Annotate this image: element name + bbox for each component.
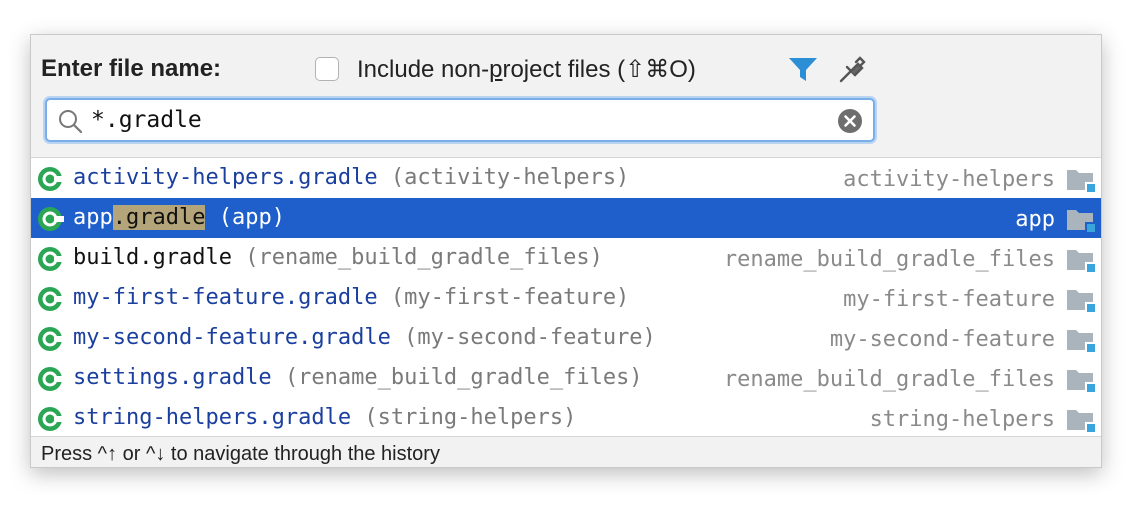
clear-icon[interactable] <box>837 108 863 134</box>
module-folder-icon <box>1067 330 1096 353</box>
result-filename: my-first-feature.gradle <box>73 285 378 310</box>
result-location: string-helpers <box>869 407 1055 432</box>
gradle-file-icon <box>38 327 64 351</box>
result-row-app[interactable]: app.gradle (app) app <box>31 198 1101 238</box>
result-filename: string-helpers.gradle <box>73 405 352 430</box>
result-file-text: settings.gradle (rename_build_gradle_fil… <box>73 365 643 390</box>
result-filename: build.gradle <box>73 245 232 270</box>
gradle-file-icon <box>38 247 64 271</box>
result-location: activity-helpers <box>843 167 1055 192</box>
result-module: (my-second-feature) <box>404 325 656 350</box>
module-folder-icon <box>1067 370 1096 393</box>
result-filename: my-second-feature.gradle <box>73 325 391 350</box>
result-file-text: build.gradle (rename_build_gradle_files) <box>73 245 603 270</box>
result-module: (rename_build_gradle_files) <box>245 245 603 270</box>
result-row-my-first-feature[interactable]: my-first-feature.gradle (my-first-featur… <box>31 278 1101 318</box>
gradle-file-icon <box>38 407 64 431</box>
pin-icon[interactable] <box>837 53 869 85</box>
result-location: app <box>1015 207 1055 232</box>
result-file-text: my-second-feature.gradle (my-second-feat… <box>73 325 656 350</box>
module-folder-icon <box>1067 250 1096 273</box>
result-row-string-helpers[interactable]: string-helpers.gradle (string-helpers) s… <box>31 398 1101 438</box>
result-module: (app) <box>218 205 285 230</box>
include-non-project-label[interactable]: Include non-project files (⇧⌘O) <box>357 55 696 84</box>
result-location: rename_build_gradle_files <box>723 247 1055 272</box>
file-search-field[interactable]: *.gradle <box>45 98 875 142</box>
goto-file-popup: Enter file name: Include non-project fil… <box>30 34 1102 468</box>
module-folder-icon <box>1067 170 1096 193</box>
history-hint: Press ^↑ or ^↓ to navigate through the h… <box>41 443 440 465</box>
result-module: (string-helpers) <box>364 405 577 430</box>
gradle-file-icon <box>38 167 64 191</box>
result-row-build[interactable]: build.gradle (rename_build_gradle_files)… <box>31 238 1101 278</box>
result-filename: settings.gradle <box>73 365 272 390</box>
result-file-text: activity-helpers.gradle (activity-helper… <box>73 165 629 190</box>
gradle-file-icon <box>38 287 64 311</box>
result-file-text: my-first-feature.gradle (my-first-featur… <box>73 285 629 310</box>
module-folder-icon <box>1067 210 1096 233</box>
result-location: my-first-feature <box>843 287 1055 312</box>
result-row-activity-helpers[interactable]: activity-helpers.gradle (activity-helper… <box>31 158 1101 198</box>
include-non-project-checkbox[interactable] <box>315 57 339 81</box>
result-module: (rename_build_gradle_files) <box>284 365 643 390</box>
gradle-file-icon <box>38 207 64 231</box>
gradle-file-icon <box>38 367 64 391</box>
popup-title: Enter file name: <box>41 55 222 82</box>
result-module: (my-first-feature) <box>390 285 630 310</box>
results-list: activity-helpers.gradle (activity-helper… <box>31 157 1101 437</box>
result-location: my-second-feature <box>829 327 1055 352</box>
result-file-text: string-helpers.gradle (string-helpers) <box>73 405 576 430</box>
result-row-my-second-feature[interactable]: my-second-feature.gradle (my-second-feat… <box>31 318 1101 358</box>
module-folder-icon <box>1067 290 1096 313</box>
module-folder-icon <box>1067 410 1096 433</box>
result-module: (activity-helpers) <box>390 165 630 190</box>
popup-header: Enter file name: Include non-project fil… <box>31 35 1101 157</box>
result-file-text: app.gradle (app) <box>73 205 285 230</box>
result-filename: app.gradle <box>73 205 206 230</box>
result-filename: activity-helpers.gradle <box>73 165 378 190</box>
match-highlight: .gradle <box>112 205 206 230</box>
search-input[interactable]: *.gradle <box>91 107 202 133</box>
result-row-settings[interactable]: settings.gradle (rename_build_gradle_fil… <box>31 358 1101 398</box>
filter-icon[interactable] <box>787 55 819 85</box>
result-location: rename_build_gradle_files <box>723 367 1055 392</box>
search-icon <box>59 110 83 134</box>
